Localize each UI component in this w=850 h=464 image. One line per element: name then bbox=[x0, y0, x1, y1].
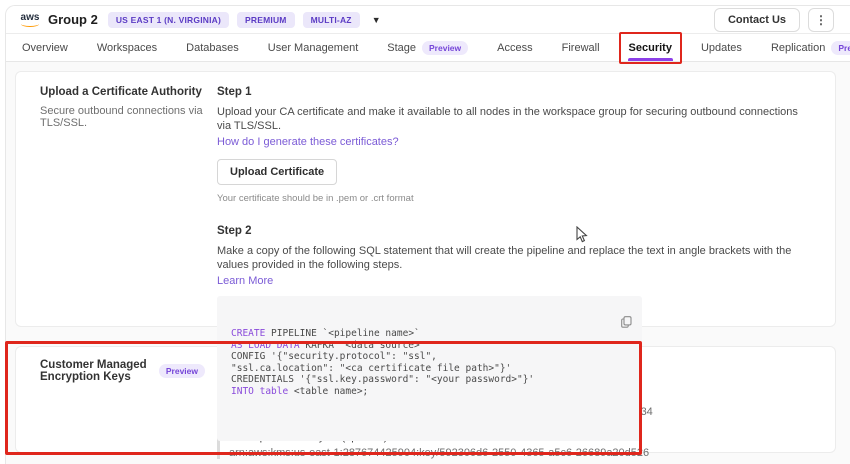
copy-icon[interactable] bbox=[529, 304, 632, 343]
kebab-menu-button[interactable]: ⋮ bbox=[808, 8, 834, 32]
preview-badge: Preview bbox=[422, 41, 468, 55]
tab-label: User Management bbox=[268, 42, 359, 54]
tab-label: Replication bbox=[771, 42, 825, 54]
active-tab-underline bbox=[628, 58, 673, 61]
tab-label: Security bbox=[629, 42, 672, 54]
certificate-card-body: Step 1 Upload your CA certificate and ma… bbox=[217, 86, 811, 308]
group-header: aws Group 2 US EAST 1 (N. VIRGINIA) PREM… bbox=[20, 12, 381, 28]
tab-updates[interactable]: Updates bbox=[700, 34, 743, 61]
tab-databases[interactable]: Databases bbox=[185, 34, 240, 61]
certificate-authority-card: Upload a Certificate Authority Secure ou… bbox=[15, 71, 836, 327]
multiaz-badge: MULTI-AZ bbox=[303, 12, 360, 28]
certificate-card-subtitle: Secure outbound connections via TLS/SSL. bbox=[40, 105, 205, 129]
tab-replication[interactable]: Replication Preview bbox=[770, 34, 850, 61]
kebab-icon: ⋮ bbox=[815, 13, 827, 27]
learn-more-link[interactable]: Learn More bbox=[217, 275, 811, 287]
chevron-down-icon[interactable]: ▼ bbox=[372, 15, 381, 25]
generate-certificates-link[interactable]: How do I generate these certificates? bbox=[217, 136, 811, 148]
content-area: Upload a Certificate Authority Secure ou… bbox=[6, 71, 850, 453]
certificate-format-hint: Your certificate should be in .pem or .c… bbox=[217, 193, 811, 204]
step1-title: Step 1 bbox=[217, 86, 811, 98]
step2-title: Step 2 bbox=[217, 225, 811, 237]
tab-stage[interactable]: Stage Preview bbox=[386, 34, 469, 61]
header-actions: Contact Us ⋮ bbox=[714, 8, 834, 32]
upload-certificate-button[interactable]: Upload Certificate bbox=[217, 159, 337, 185]
sql-code-block: CREATE PIPELINE `<pipeline name>`AS LOAD… bbox=[217, 296, 642, 441]
tab-overview[interactable]: Overview bbox=[21, 34, 69, 61]
certificate-card-intro: Upload a Certificate Authority Secure ou… bbox=[40, 86, 205, 308]
tab-user-management[interactable]: User Management bbox=[267, 34, 360, 61]
group-title: Group 2 bbox=[48, 12, 98, 27]
tab-label: Stage bbox=[387, 42, 416, 54]
tab-label: Workspaces bbox=[97, 42, 157, 54]
step1-description: Upload your CA certificate and make it a… bbox=[217, 105, 811, 133]
step2-description: Make a copy of the following SQL stateme… bbox=[217, 244, 811, 272]
tab-label: Firewall bbox=[562, 42, 600, 54]
tab-workspaces[interactable]: Workspaces bbox=[96, 34, 158, 61]
tab-access[interactable]: Access bbox=[496, 34, 533, 61]
premium-badge: PREMIUM bbox=[237, 12, 295, 28]
encryption-card-intro: Customer Managed Encryption Keys Preview bbox=[40, 359, 205, 440]
tab-label: Databases bbox=[186, 42, 239, 54]
preview-badge: Preview bbox=[159, 364, 205, 378]
preview-badge: Preview bbox=[831, 41, 850, 55]
backup-bucket-key-value: arn:aws:kms:us-east-1:287674425904:key/5… bbox=[229, 447, 811, 459]
tab-firewall[interactable]: Firewall bbox=[561, 34, 601, 61]
certificate-card-title: Upload a Certificate Authority bbox=[40, 86, 205, 98]
header: aws Group 2 US EAST 1 (N. VIRGINIA) PREM… bbox=[6, 6, 850, 34]
page: aws Group 2 US EAST 1 (N. VIRGINIA) PREM… bbox=[0, 0, 850, 464]
tab-bar: Overview Workspaces Databases User Manag… bbox=[6, 34, 850, 62]
tab-label: Updates bbox=[701, 42, 742, 54]
tab-label: Access bbox=[497, 42, 532, 54]
contact-us-button[interactable]: Contact Us bbox=[714, 8, 800, 32]
tab-security[interactable]: Security bbox=[628, 34, 673, 61]
encryption-card-title: Customer Managed Encryption Keys bbox=[40, 359, 150, 383]
region-badge: US EAST 1 (N. VIRGINIA) bbox=[108, 12, 229, 28]
tab-label: Overview bbox=[22, 42, 68, 54]
aws-logo-icon: aws bbox=[20, 13, 40, 27]
main-panel: aws Group 2 US EAST 1 (N. VIRGINIA) PREM… bbox=[5, 5, 850, 464]
